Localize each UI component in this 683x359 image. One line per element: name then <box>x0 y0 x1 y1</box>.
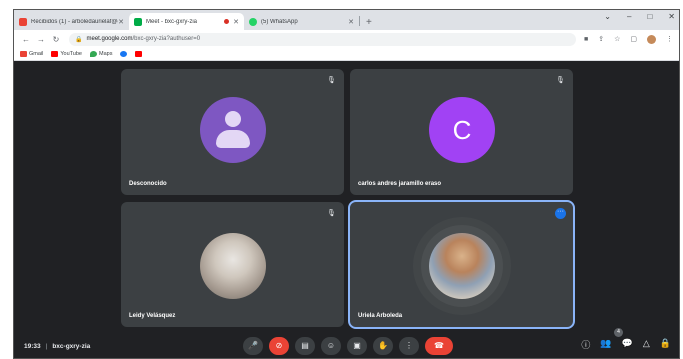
meet-control-bar: 19:33 | bxc-gxry-zia 🎤 ⊘ ▤ ☺ ▣ ✋ ⋮ ☎ ⓘ 👥… <box>14 328 679 358</box>
profile-photo <box>429 233 495 299</box>
url-host: meet.google.com <box>86 36 133 42</box>
bookmark-maps[interactable]: Maps <box>90 51 112 57</box>
profile-photo <box>200 233 266 299</box>
participant-tile[interactable]: 🎙 C carlos andres jaramillo eraso <box>350 69 573 195</box>
side-controls: ⓘ 👥 💬 △ 🔒 <box>581 338 671 351</box>
avatar-body <box>216 130 250 148</box>
activities-icon[interactable]: △ <box>643 338 650 351</box>
meeting-info: 19:33 | bxc-gxry-zia <box>24 343 90 350</box>
bookmark-label: Gmail <box>29 51 44 57</box>
tab-separator <box>359 16 360 26</box>
youtube-icon <box>51 51 59 57</box>
bookmarks-bar: Gmail YouTube Maps <box>14 48 679 61</box>
tab-meet[interactable]: Meet - bxc-gxry-zia ✕ <box>129 13 244 30</box>
tab-title: Recibidos (1) - arboledaurielaf@g <box>31 18 119 25</box>
tab-title: Meet - bxc-gxry-zia <box>146 18 198 25</box>
participant-name: Leidy Velásquez <box>129 313 176 319</box>
tab-whatsapp[interactable]: (5) WhatsApp ✕ <box>244 13 359 30</box>
share-icon[interactable]: ⇪ <box>598 35 604 43</box>
reload-icon[interactable]: ↻ <box>50 35 62 44</box>
camera-off-button[interactable]: ⊘ <box>269 337 289 355</box>
separator: | <box>45 342 48 350</box>
raise-hand-button[interactable]: ✋ <box>373 337 393 355</box>
letter-avatar: C <box>429 97 495 163</box>
maps-pin-icon <box>90 51 97 57</box>
participant-name: carlos andres jaramillo eraso <box>358 181 442 187</box>
camera-in-use-icon[interactable]: ■ <box>584 36 588 43</box>
avatar-head <box>225 111 241 127</box>
side-panel-icon[interactable]: ▢ <box>630 35 637 43</box>
gmail-icon <box>19 17 27 26</box>
mic-off-icon: 🎙 <box>556 77 565 84</box>
leave-call-button[interactable]: ☎ <box>425 337 453 355</box>
people-icon[interactable]: 👥 <box>600 338 611 351</box>
close-icon[interactable]: ✕ <box>233 18 239 26</box>
toolbar-icons: ■ ⇪ ☆ ▢ ⋮ <box>584 34 673 44</box>
meet-icon <box>134 17 142 26</box>
meeting-details-icon[interactable]: ⓘ <box>581 338 590 351</box>
call-controls: 🎤 ⊘ ▤ ☺ ▣ ✋ ⋮ ☎ <box>243 337 453 355</box>
participant-name: Desconocido <box>129 181 167 187</box>
host-controls-icon[interactable]: 🔒 <box>660 338 671 351</box>
participant-name: Uriela Arboleda <box>358 313 403 319</box>
tab-title: (5) WhatsApp <box>261 18 298 25</box>
mic-off-icon: 🎙 <box>327 210 336 217</box>
participant-tile-self[interactable]: ··· Uriela Arboleda <box>348 200 575 329</box>
bookmark-youtube[interactable]: YouTube <box>51 51 82 57</box>
address-bar[interactable]: 🔒 meet.google.com/bxc-gxry-zia?authuser=… <box>69 32 576 46</box>
browser-window: Recibidos (1) - arboledaurielaf@g ✕ Meet… <box>13 9 680 359</box>
url-path: /bxc-gxry-zia?authuser=0 <box>132 36 201 42</box>
lock-icon[interactable]: 🔒 <box>75 36 82 43</box>
facebook-icon <box>120 51 128 57</box>
bookmark-facebook[interactable] <box>120 51 128 57</box>
bookmark-youtube-2[interactable] <box>135 51 143 57</box>
microphone-button[interactable]: 🎤 <box>243 337 263 355</box>
emoji-reaction-button[interactable]: ☺ <box>321 337 341 355</box>
window-controls: ⌄ – □ ✕ <box>604 12 675 21</box>
browser-toolbar: ← → ↻ 🔒 meet.google.com/bxc-gxry-zia?aut… <box>14 30 679 48</box>
more-options-button[interactable]: ⋮ <box>399 337 419 355</box>
bookmark-star-icon[interactable]: ☆ <box>614 35 620 43</box>
captions-button[interactable]: ▤ <box>295 337 315 355</box>
participant-tile[interactable]: 🎙 Leidy Velásquez <box>121 202 344 327</box>
youtube-icon <box>135 51 143 57</box>
meeting-code: bxc-gxry-zia <box>52 342 91 350</box>
meet-stage: 🎙 Desconocido 🎙 C carlos andres jaramill… <box>14 61 679 358</box>
profile-avatar[interactable] <box>647 34 656 44</box>
more-options-icon[interactable]: ··· <box>555 208 566 219</box>
generic-person-avatar <box>200 97 266 163</box>
close-icon[interactable]: ✕ <box>118 18 124 26</box>
minimize-button[interactable]: – <box>627 12 631 21</box>
close-icon[interactable]: ✕ <box>348 18 354 26</box>
participant-tile[interactable]: 🎙 Desconocido <box>121 69 344 195</box>
whatsapp-icon <box>249 17 257 26</box>
present-screen-button[interactable]: ▣ <box>347 337 367 355</box>
tab-strip: Recibidos (1) - arboledaurielaf@g ✕ Meet… <box>14 10 679 30</box>
participant-count-badge: 4 <box>614 328 623 337</box>
forward-arrow-icon[interactable]: → <box>35 35 47 44</box>
recording-indicator-icon <box>224 19 230 24</box>
bookmark-gmail[interactable]: Gmail <box>20 51 43 57</box>
new-tab-button[interactable]: + <box>366 17 372 28</box>
back-arrow-icon[interactable]: ← <box>20 35 32 44</box>
menu-icon[interactable]: ⋮ <box>666 35 673 43</box>
tab-gmail[interactable]: Recibidos (1) - arboledaurielaf@g ✕ <box>14 13 129 30</box>
gmail-icon <box>20 51 27 57</box>
bookmark-label: Maps <box>99 51 113 57</box>
tab-search-icon[interactable]: ⌄ <box>604 12 611 21</box>
bookmark-label: YouTube <box>60 51 82 57</box>
mic-off-icon: 🎙 <box>327 77 336 84</box>
meeting-time: 19:33 <box>24 342 41 350</box>
maximize-button[interactable]: □ <box>647 12 652 21</box>
chat-icon[interactable]: 💬 <box>622 338 633 351</box>
close-window-button[interactable]: ✕ <box>668 12 675 21</box>
